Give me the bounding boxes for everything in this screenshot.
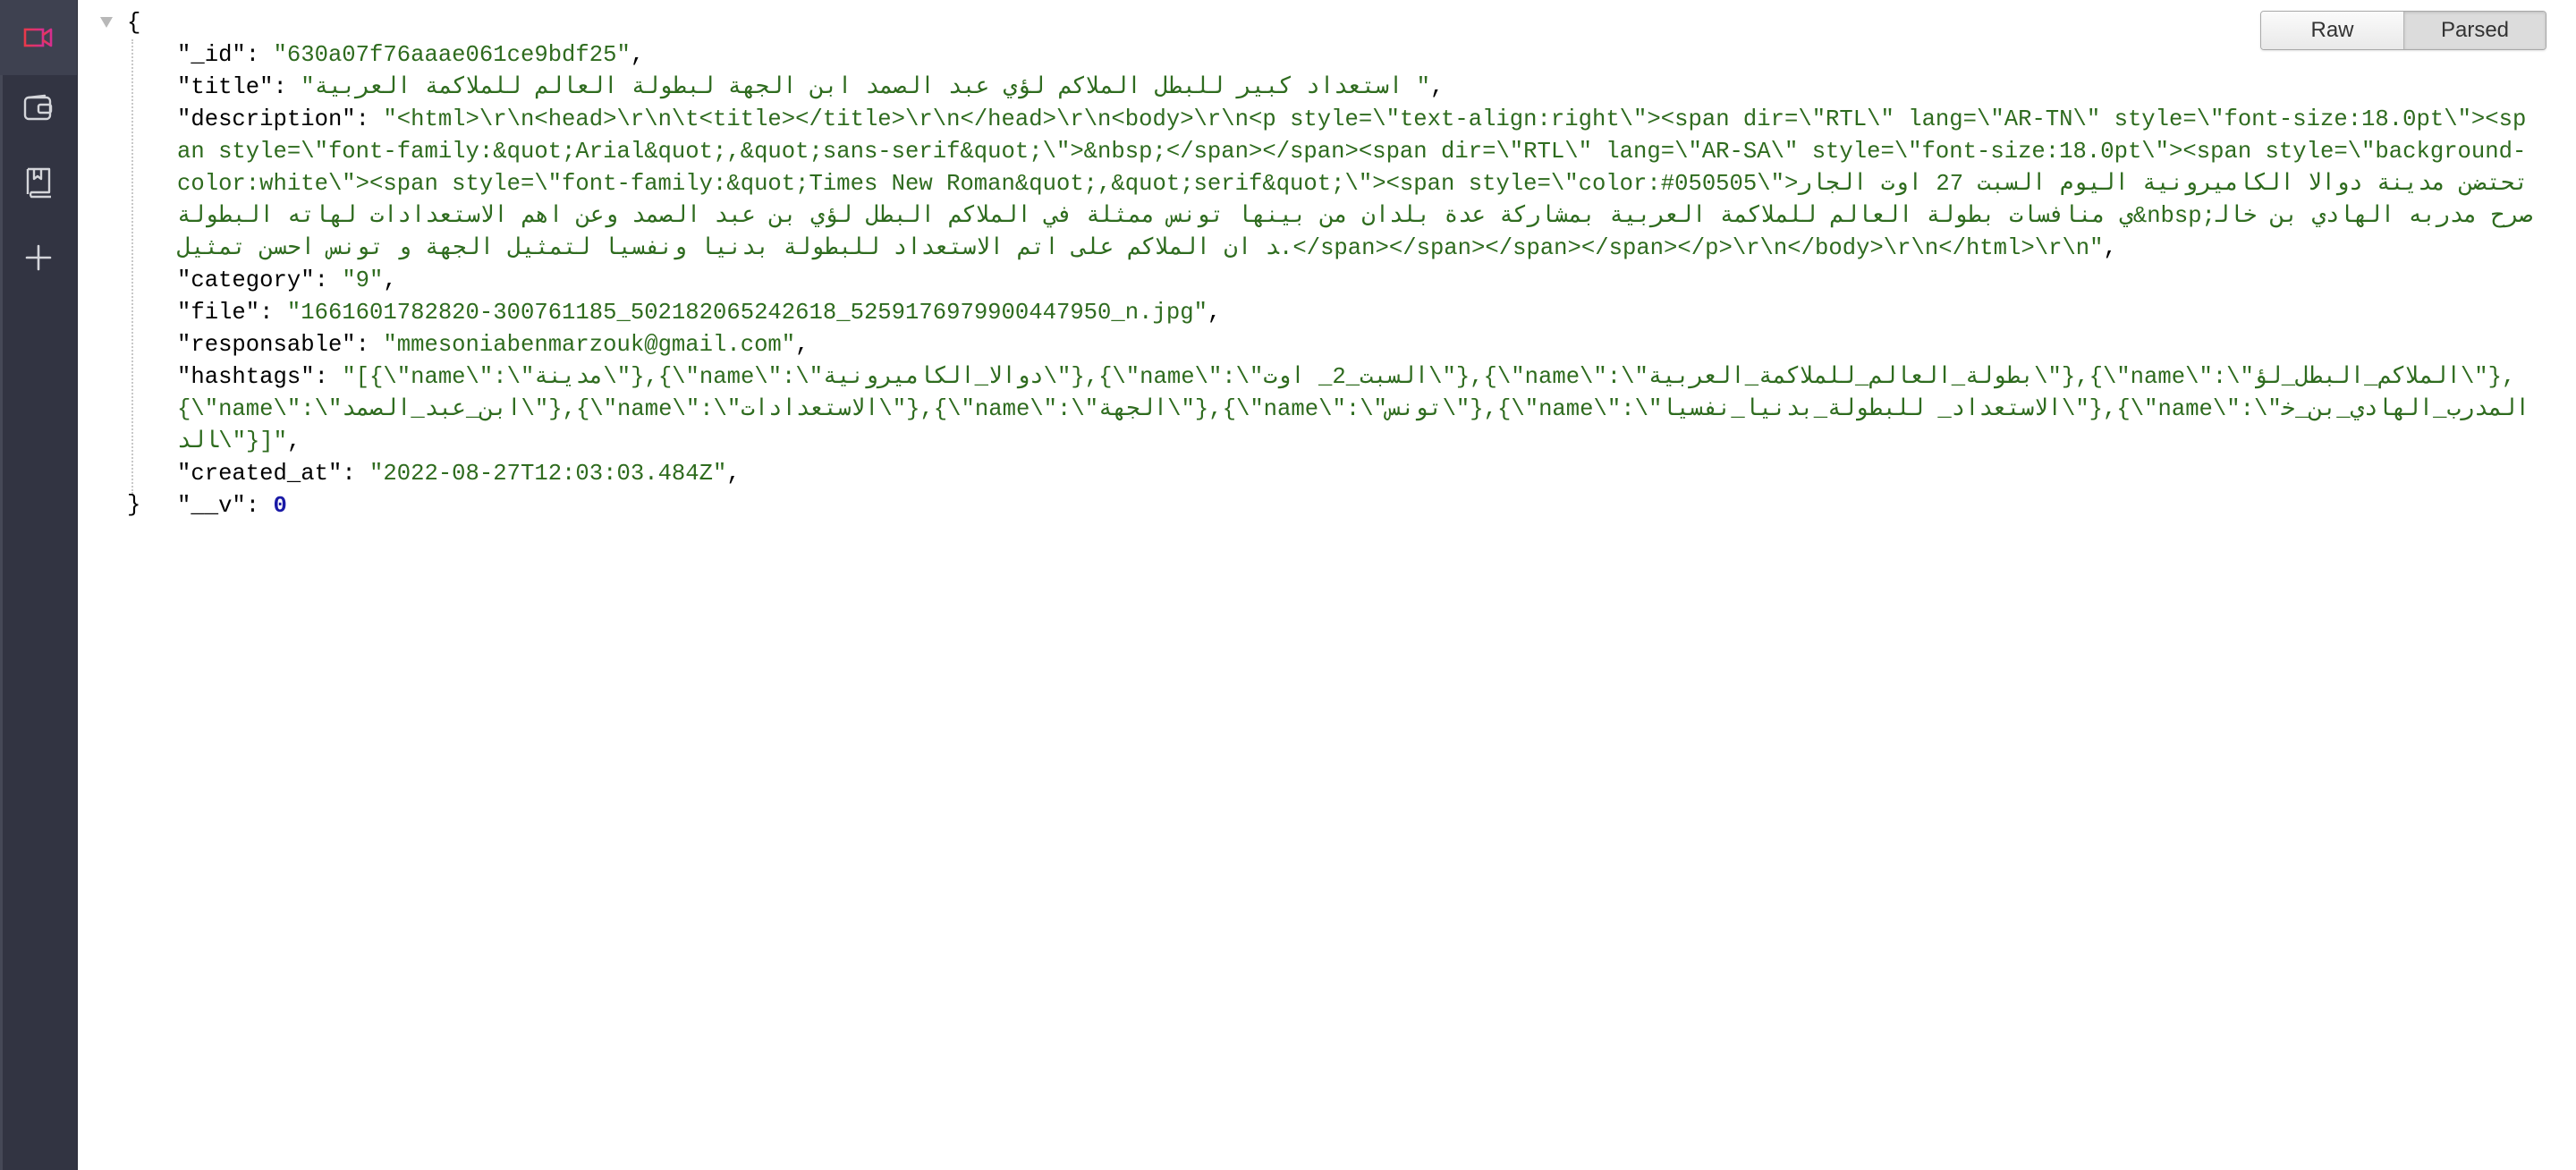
sidebar-item-video[interactable] [0,0,77,75]
property-key: "description" [177,106,356,132]
json-properties: "_id": "630a07f76aaae061ce9bdf25", "title… [177,39,2533,522]
property-key: "title" [177,74,274,100]
sidebar-item-library[interactable] [0,145,77,220]
string-content: 630a07f76aaae061ce9bdf25 [286,42,617,68]
property-key: "responsable" [177,332,356,358]
json-property: "file": "1661601782820-300761185_5021820… [177,297,2533,329]
property-key: "category" [177,267,315,293]
json-property: "responsable": "mmesoniabenmarzouk@gmail… [177,329,2533,361]
string-content: <html>\r\n<head>\r\n\t<title></title>\r\… [177,106,2533,261]
property-key: "_id" [177,42,246,68]
property-value-string: "<html>\r\n<head>\r\n\t<title></title>\r… [177,106,2533,261]
raw-button[interactable]: Raw [2261,12,2403,49]
property-value-string: "1661601782820-300761185_502182065242618… [286,300,1208,326]
colon: : [259,300,287,326]
book-bookmark-icon [23,166,54,199]
property-value-string: "استعداد كبير للبطل الملاكم لؤي عبد الصم… [301,74,1431,100]
string-content: 1661601782820-300761185_502182065242618_… [301,300,1194,326]
comma: , [383,267,397,293]
property-value-string: "630a07f76aaae061ce9bdf25" [273,42,631,68]
video-camera-icon [23,27,54,48]
comma: , [1207,300,1222,326]
parsed-button[interactable]: Parsed [2403,12,2546,49]
comma: , [1430,74,1445,100]
wallet-icon [23,94,54,121]
property-value-number: 0 [273,493,287,519]
colon: : [245,493,274,519]
colon: : [314,267,343,293]
colon: : [245,42,274,68]
colon: : [342,461,370,487]
property-value-string: "[{\"name\":\"مدينة\"},{\"name\":\"دوالا… [177,364,2529,454]
property-value-string: "mmesoniabenmarzouk@gmail.com" [383,332,796,358]
sidebar [0,0,78,1170]
json-property: "hashtags": "[{\"name\":\"مدينة\"},{\"na… [177,361,2533,458]
comma: , [795,332,809,358]
property-key: "hashtags" [177,364,315,390]
colon: : [355,106,384,132]
close-brace: } [127,492,141,518]
comma: , [287,428,301,454]
json-property: "__v": 0 [177,490,2533,522]
string-content: 2022-08-27T12:03:03.484Z [383,461,714,487]
colon: : [273,74,301,100]
json-property: "description": "<html>\r\n<head>\r\n\t<t… [177,104,2533,265]
property-key: "created_at" [177,461,343,487]
indent-guide [131,39,133,494]
colon: : [314,364,343,390]
colon: : [355,332,384,358]
json-property: "category": "9", [177,265,2533,297]
string-content: 9 [355,267,370,293]
string-content: استعداد كبير للبطل الملاكم لؤي عبد الصمد… [314,74,1417,100]
string-content: mmesoniabenmarzouk@gmail.com [396,332,782,358]
comma: , [630,42,645,68]
json-property: "created_at": "2022-08-27T12:03:03.484Z"… [177,458,2533,490]
string-content: [{\"name\":\"مدينة\"},{\"name\":\"دوالا_… [177,364,2529,454]
json-property: "title": "استعداد كبير للبطل الملاكم لؤي… [177,72,2533,104]
property-value-string: "9" [342,267,384,293]
view-mode-toggle: Raw Parsed [2260,11,2546,50]
plus-icon [25,244,52,271]
comma: , [2103,235,2117,261]
property-key: "__v" [177,493,246,519]
property-value-string: "2022-08-27T12:03:03.484Z" [369,461,727,487]
sidebar-item-wallet[interactable] [0,70,77,145]
open-brace: { [127,10,141,36]
json-property: "_id": "630a07f76aaae061ce9bdf25", [177,39,2533,72]
property-key: "file" [177,300,260,326]
sidebar-item-add[interactable] [0,220,77,295]
collapse-toggle-icon[interactable] [100,17,113,28]
comma: , [726,461,741,487]
